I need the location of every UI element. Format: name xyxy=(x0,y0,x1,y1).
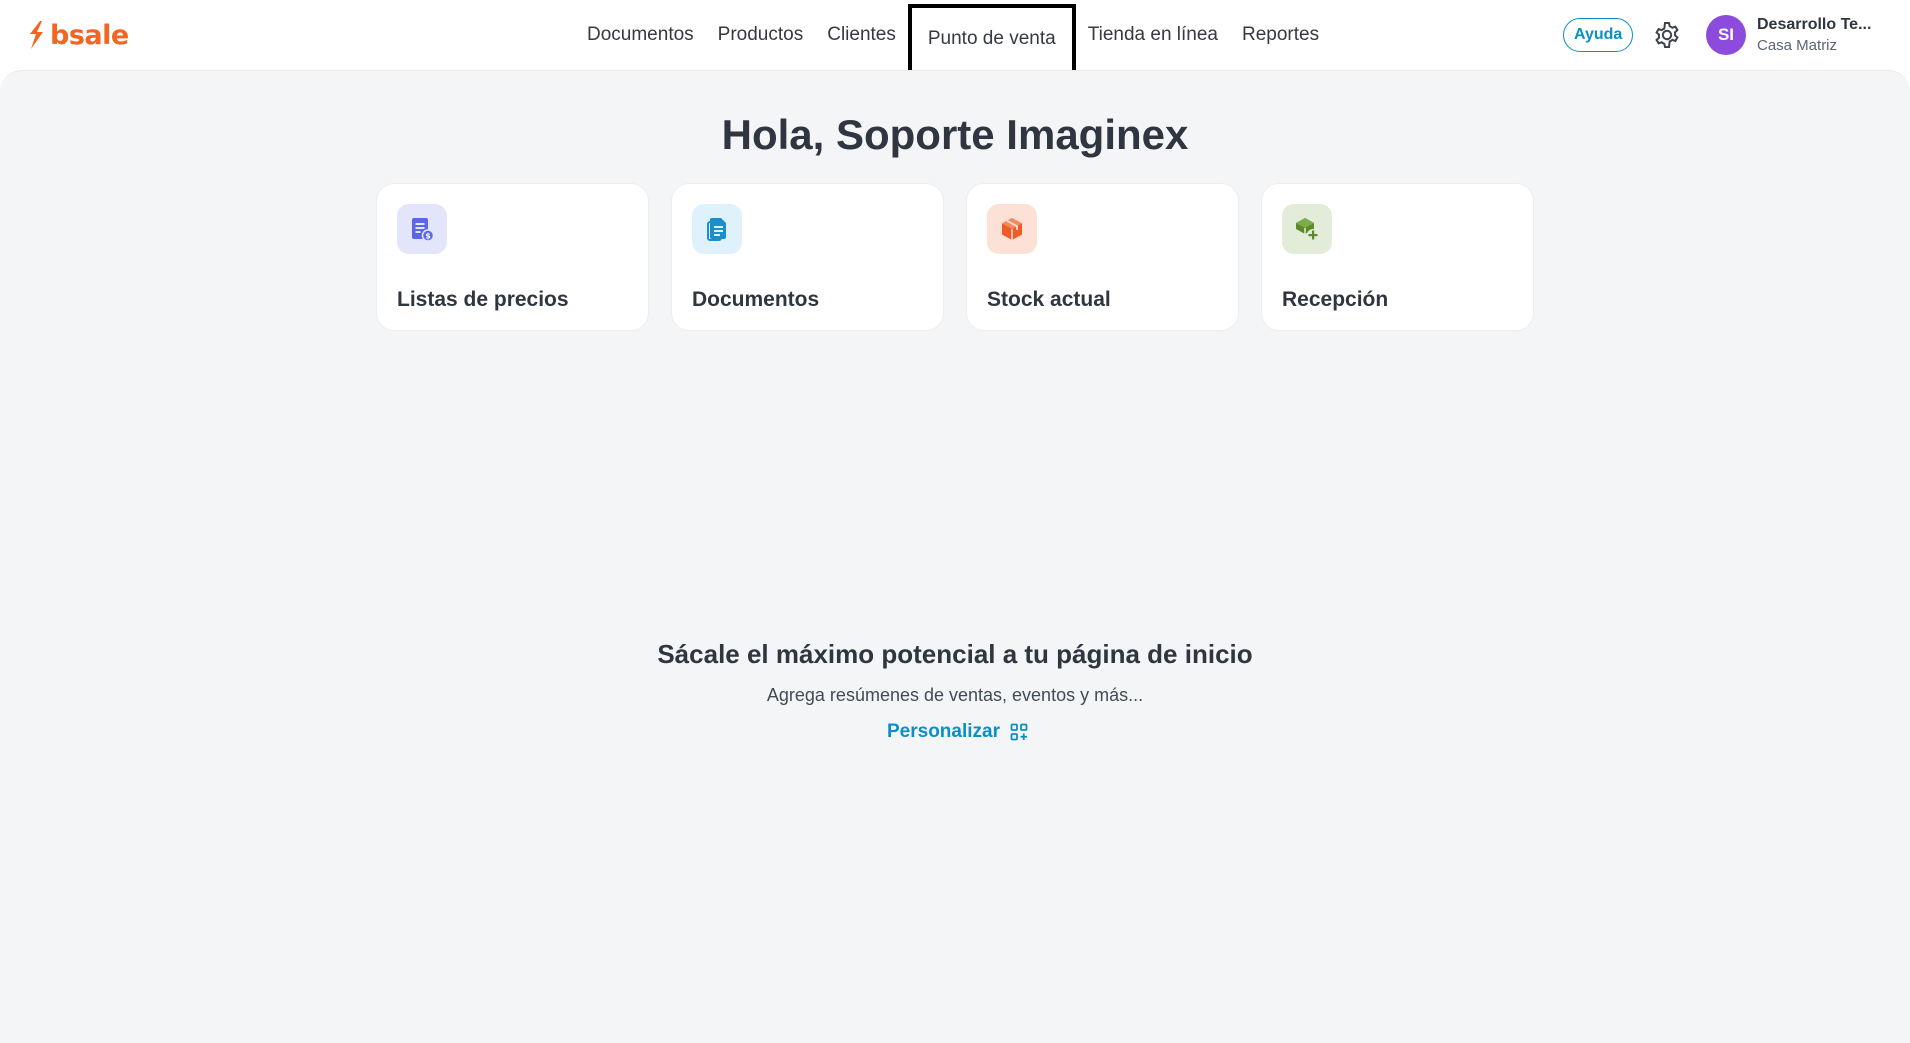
home-panel: Hola, Soporte Imaginex $ Listas de preci… xyxy=(0,70,1910,1043)
page-title: Hola, Soporte Imaginex xyxy=(721,111,1189,158)
user-branch: Casa Matriz xyxy=(1757,37,1838,54)
shortcut-card-recepcion[interactable]: Recepción xyxy=(1261,183,1534,331)
widgets-add-icon xyxy=(1010,723,1028,741)
nav-clientes[interactable]: Clientes xyxy=(815,0,908,70)
avatar[interactable]: SI xyxy=(1706,15,1746,55)
top-navbar: bsale Documentos Productos Clientes Punt… xyxy=(0,0,1910,77)
shortcut-cards: $ Listas de precios Documentos Stock act… xyxy=(376,183,1534,331)
nav-punto-de-venta[interactable]: Punto de venta xyxy=(907,4,1076,77)
logo-text: bsale xyxy=(50,19,129,51)
shortcut-card-documentos[interactable]: Documentos xyxy=(671,183,944,331)
box-add-icon xyxy=(1282,204,1332,254)
personalize-label: Personalizar xyxy=(887,721,1000,742)
box-icon xyxy=(987,204,1037,254)
bsale-bolt-icon xyxy=(30,21,43,49)
svg-text:$: $ xyxy=(425,232,431,241)
shortcut-card-stock-actual[interactable]: Stock actual xyxy=(966,183,1239,331)
customize-subtitle: Agrega resúmenes de ventas, eventos y má… xyxy=(766,685,1144,705)
personalize-button[interactable]: Personalizar xyxy=(887,721,1028,743)
nav-documentos[interactable]: Documentos xyxy=(575,0,706,70)
nav-reportes[interactable]: Reportes xyxy=(1230,0,1331,70)
nav-productos[interactable]: Productos xyxy=(706,0,816,70)
user-menu[interactable]: Desarrollo Te... Casa Matriz xyxy=(1757,16,1871,54)
shortcut-label: Stock actual xyxy=(987,288,1111,311)
gear-icon[interactable] xyxy=(1652,20,1682,50)
shortcut-card-listas-de-precios[interactable]: $ Listas de precios xyxy=(376,183,649,331)
user-name: Desarrollo Te... xyxy=(1757,16,1872,33)
customize-title: Sácale el máximo potencial a tu página d… xyxy=(657,639,1253,669)
main-nav: Documentos Productos Clientes Punto de v… xyxy=(575,0,1331,77)
document-icon xyxy=(692,204,742,254)
price-list-icon: $ xyxy=(397,204,447,254)
shortcut-label: Listas de precios xyxy=(397,288,569,311)
nav-tienda-en-linea[interactable]: Tienda en línea xyxy=(1076,0,1230,70)
shortcut-label: Documentos xyxy=(692,288,820,311)
bsale-logo[interactable]: bsale xyxy=(26,19,129,51)
help-button[interactable]: Ayuda xyxy=(1563,18,1634,52)
shortcut-label: Recepción xyxy=(1282,288,1389,311)
